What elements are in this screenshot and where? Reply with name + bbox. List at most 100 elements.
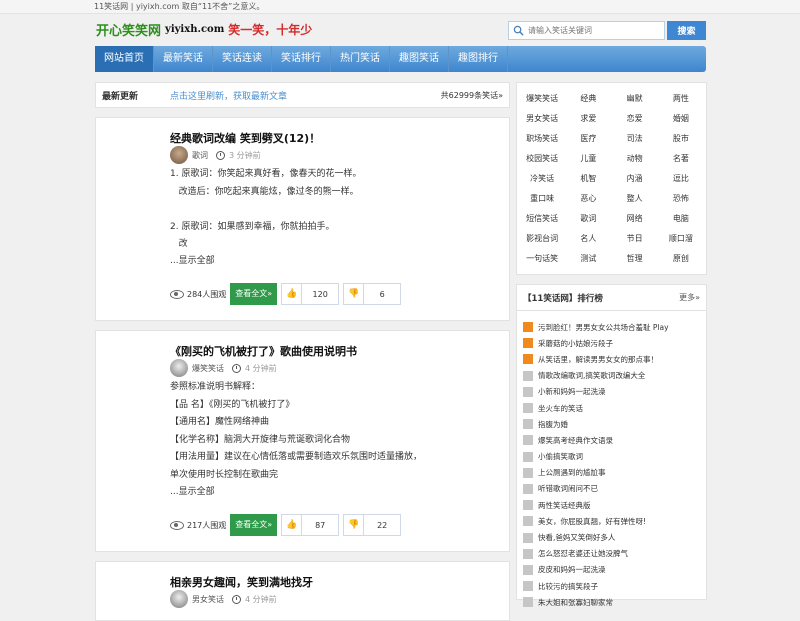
category-tag[interactable]: 原创 (658, 249, 704, 269)
avatar[interactable] (170, 146, 188, 164)
category-tag[interactable]: 恋爱 (612, 109, 658, 129)
ranking-item[interactable]: 怎么怒怼老婆还让她没脾气 (523, 546, 700, 562)
category-tag[interactable]: 重口味 (519, 189, 565, 209)
ranking-item[interactable]: 情歌改编歌词,搞笑歌词改编大全 (523, 368, 700, 384)
ranking-more-link[interactable]: 更多» (679, 292, 700, 303)
category-tag[interactable]: 恐怖 (658, 189, 704, 209)
category-tag[interactable]: 测试 (565, 249, 611, 269)
post-author[interactable]: 歌词 (192, 150, 208, 161)
post-author[interactable]: 爆笑笑话 (192, 363, 224, 374)
post-author[interactable]: 男女笑话 (192, 594, 224, 605)
ranking-item[interactable]: 小新和妈妈一起洗澡 (523, 384, 700, 400)
category-tag[interactable]: 节日 (612, 229, 658, 249)
post-title[interactable]: 经典歌词改编 笑到劈叉(12)！ (170, 130, 320, 146)
category-tag[interactable]: 校园笑话 (519, 149, 565, 169)
avatar[interactable] (170, 590, 188, 608)
like-button[interactable]: 👍 120 (281, 283, 340, 305)
rank-number-icon (523, 532, 533, 543)
ranking-item-title: 美女，你屁股真翘，好有弹性呀! (538, 516, 647, 526)
dislike-button[interactable]: 👎 22 (343, 514, 402, 536)
ranking-item[interactable]: 美女，你屁股真翘，好有弹性呀! (523, 513, 700, 529)
post-title[interactable]: 《刚买的飞机被打了》歌曲使用说明书 (170, 343, 357, 359)
category-tag[interactable]: 整人 (612, 189, 658, 209)
ranking-item-title: 上公厕遇到的尴尬事 (538, 468, 606, 478)
category-tag[interactable]: 司法 (612, 129, 658, 149)
ranking-item[interactable]: 小偷搞笑歌词 (523, 449, 700, 465)
category-tag[interactable]: 求爱 (565, 109, 611, 129)
nav-home[interactable]: 网站首页 (95, 46, 154, 72)
nav-ranking[interactable]: 笑话排行 (272, 46, 331, 72)
post-card: 经典歌词改编 笑到劈叉(12)！ 歌词 3 分钟前 1. 原歌词：你笑起来真好看… (95, 117, 510, 321)
category-tag[interactable]: 网络 (612, 209, 658, 229)
category-tag[interactable]: 电脑 (658, 209, 704, 229)
post-title[interactable]: 相亲男女趣闻，笑到满地找牙 (170, 574, 313, 590)
category-tag[interactable]: 男女笑话 (519, 109, 565, 129)
latest-title: 最新更新 (102, 91, 139, 102)
read-more-button[interactable]: 查看全文» (230, 514, 278, 536)
category-tag[interactable]: 两性 (658, 89, 704, 109)
rank-number-icon (523, 354, 533, 365)
ranking-item[interactable]: 上公厕遇到的尴尬事 (523, 465, 700, 481)
ranking-item[interactable]: 快看,爸妈又笑倒好多人 (523, 529, 700, 545)
ranking-item[interactable]: 指腹为婚 (523, 416, 700, 432)
main-nav: 网站首页 最新笑话 笑话连读 笑话排行 热门笑话 趣图笑话 趣图排行 (95, 46, 706, 72)
ranking-item[interactable]: 皮皮和妈妈一起洗澡 (523, 562, 700, 578)
ranking-item[interactable]: 两性笑话经典版 (523, 497, 700, 513)
refresh-link[interactable]: 点击这里刷新，获取最新文章 (170, 89, 287, 102)
dislike-button[interactable]: 👎 6 (343, 283, 402, 305)
ranking-item[interactable]: 从笑话里，解读男男女女的那点事！ (523, 351, 700, 367)
nav-serial[interactable]: 笑话连读 (213, 46, 272, 72)
category-tag[interactable]: 职场笑话 (519, 129, 565, 149)
nav-fun-images[interactable]: 趣图笑话 (390, 46, 449, 72)
ranking-item[interactable]: 朱大姐和张寡妇聊家常 (523, 594, 700, 610)
avatar[interactable] (170, 359, 188, 377)
category-tag[interactable]: 恶心 (565, 189, 611, 209)
search-button[interactable]: 搜索 (667, 21, 706, 40)
nav-latest[interactable]: 最新笑话 (154, 46, 213, 72)
nav-hot[interactable]: 热门笑话 (331, 46, 390, 72)
category-tag[interactable]: 医疗 (565, 129, 611, 149)
category-tag[interactable]: 动物 (612, 149, 658, 169)
post-time: 3 分钟前 (229, 150, 261, 160)
show-all-link[interactable]: ...显示全部 (170, 484, 500, 502)
category-tag[interactable]: 内涵 (612, 169, 658, 189)
view-count: 217人围观 (187, 520, 227, 530)
ranking-item[interactable]: 爆笑高考经典作文语录 (523, 432, 700, 448)
category-tag[interactable]: 股市 (658, 129, 704, 149)
show-all-link[interactable]: ...显示全部 (170, 253, 500, 271)
ranking-item[interactable]: 采蘑菇的小姑娘污段子 (523, 335, 700, 351)
ranking-item[interactable]: 比较污的搞笑段子 (523, 578, 700, 594)
category-tag[interactable]: 一句话笑 (519, 249, 565, 269)
rank-number-icon (523, 451, 533, 462)
rank-number-icon (523, 548, 533, 559)
category-tag[interactable]: 逗比 (658, 169, 704, 189)
category-tag[interactable]: 名人 (565, 229, 611, 249)
category-tag[interactable]: 婚姻 (658, 109, 704, 129)
rank-number-icon (523, 467, 533, 478)
ranking-list: 污到脸红！男男女女公共场合羞耻 Play 采蘑菇的小姑娘污段子 从笑话里，解读男男女… (517, 311, 706, 610)
ranking-item[interactable]: 坐火车的笑话 (523, 400, 700, 416)
category-tag[interactable]: 儿童 (565, 149, 611, 169)
category-tag[interactable]: 名著 (658, 149, 704, 169)
ranking-title: 【11笑话网】排行榜 (523, 293, 603, 304)
ranking-item[interactable]: 听错歌词闹问不已 (523, 481, 700, 497)
site-logo[interactable]: 开心笑笑网 yiyixh.com 笑一笑，十年少 (96, 20, 312, 39)
category-tag[interactable]: 幽默 (612, 89, 658, 109)
total-count-link[interactable]: 共62999条笑话» (441, 90, 503, 101)
category-tag[interactable]: 哲理 (612, 249, 658, 269)
category-tag[interactable]: 影视台词 (519, 229, 565, 249)
rank-number-icon (523, 403, 533, 414)
category-tag[interactable]: 爆笑笑话 (519, 89, 565, 109)
category-tag[interactable]: 机智 (565, 169, 611, 189)
ranking-item[interactable]: 污到脸红！男男女女公共场合羞耻 Play (523, 319, 700, 335)
category-tag[interactable]: 经典 (565, 89, 611, 109)
category-tag[interactable]: 冷笑话 (519, 169, 565, 189)
rank-number-icon (523, 338, 533, 349)
search-input[interactable] (528, 26, 658, 35)
category-tag[interactable]: 短信笑话 (519, 209, 565, 229)
read-more-button[interactable]: 查看全文» (230, 283, 278, 305)
like-button[interactable]: 👍 87 (281, 514, 340, 536)
nav-image-ranking[interactable]: 趣图排行 (449, 46, 508, 72)
category-tag[interactable]: 歌词 (565, 209, 611, 229)
category-tag[interactable]: 顺口溜 (658, 229, 704, 249)
